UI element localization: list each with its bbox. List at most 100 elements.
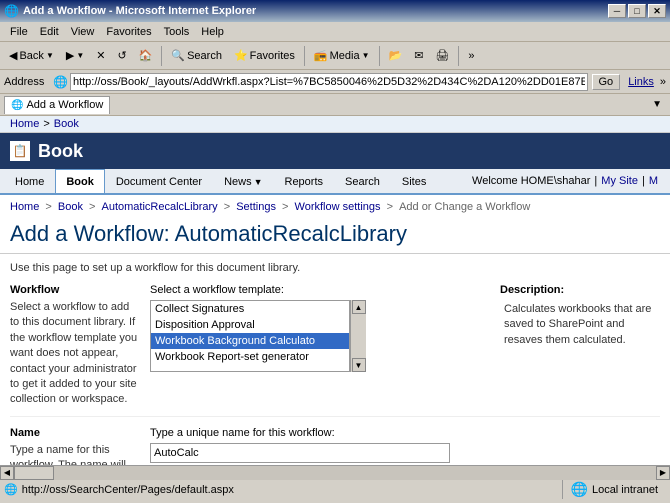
- back-button[interactable]: ◀ Back ▼: [4, 46, 59, 65]
- workflow-name-input[interactable]: [150, 443, 450, 463]
- name-section-description: Type a name for this workflow. The name …: [10, 443, 140, 465]
- nav-reports[interactable]: Reports: [274, 169, 335, 193]
- workflow-section-title: Workflow: [10, 284, 140, 296]
- search-icon: 🔍: [171, 49, 185, 62]
- breadcrumb-link-book[interactable]: Book: [58, 201, 83, 213]
- m-link[interactable]: M: [649, 175, 658, 187]
- template-option-workbook-report[interactable]: Workbook Report-set generator: [151, 349, 349, 365]
- home-button[interactable]: 🏠: [134, 46, 158, 65]
- menu-help[interactable]: Help: [195, 24, 230, 40]
- nav-sites-label: Sites: [402, 176, 426, 188]
- history-icon: 📂: [389, 49, 403, 62]
- menu-edit[interactable]: Edit: [34, 24, 65, 40]
- description-text: Calculates workbooks that are saved to S…: [500, 300, 660, 350]
- nav-sites[interactable]: Sites: [391, 169, 437, 193]
- nav-document-center[interactable]: Document Center: [105, 169, 213, 193]
- status-zone: 🌐 Local intranet: [562, 480, 666, 499]
- favorites-icon: ⭐: [234, 49, 248, 62]
- media-icon: 📻: [314, 49, 328, 62]
- address-input[interactable]: [70, 73, 588, 91]
- toolbar-separator-4: [458, 46, 459, 66]
- tab-icon: 🌐: [11, 100, 23, 111]
- window-title-bar: 🌐 Add a Workflow - Microsoft Internet Ex…: [0, 0, 670, 22]
- menu-view[interactable]: View: [65, 24, 101, 40]
- page-tab[interactable]: 🌐 Add a Workflow: [4, 96, 110, 114]
- name-input-section: Type a unique name for this workflow:: [150, 427, 660, 465]
- links-label[interactable]: Links: [628, 76, 654, 88]
- menu-favorites[interactable]: Favorites: [100, 24, 157, 40]
- template-option-collect-signatures[interactable]: Collect Signatures: [151, 301, 349, 317]
- print-button[interactable]: 🖨: [430, 46, 454, 65]
- breadcrumb-link-home[interactable]: Home: [10, 201, 39, 213]
- nav-search-label: Search: [345, 176, 380, 188]
- status-url: http://oss/SearchCenter/Pages/default.as…: [18, 484, 562, 496]
- scroll-thumb[interactable]: [14, 466, 54, 480]
- history-button[interactable]: 📂: [384, 46, 408, 65]
- mail-icon: ✉: [414, 49, 423, 62]
- refresh-button[interactable]: ↺: [112, 46, 131, 65]
- mail-button[interactable]: ✉: [409, 46, 428, 65]
- scroll-down-button[interactable]: ▼: [352, 358, 366, 372]
- media-dropdown-icon: ▼: [362, 51, 370, 60]
- back-dropdown-icon: ▼: [46, 51, 54, 60]
- scroll-left-button[interactable]: ◀: [0, 466, 14, 480]
- my-site-link[interactable]: My Site: [601, 175, 638, 187]
- breadcrumb-link-library[interactable]: AutomaticRecalcLibrary: [102, 201, 218, 213]
- nav-book-label: Book: [66, 176, 94, 188]
- breadcrumb-link-settings[interactable]: Settings: [236, 201, 276, 213]
- window-controls: ─ □ ✕: [608, 4, 666, 18]
- form-area: Workflow Select a workflow to add to thi…: [0, 284, 670, 465]
- back-label: Back: [19, 50, 43, 62]
- template-option-workbook-background[interactable]: Workbook Background Calculato: [151, 333, 349, 349]
- stop-button[interactable]: ✕: [91, 46, 110, 65]
- breadcrumb-book-link[interactable]: Book: [54, 118, 79, 130]
- search-label: Search: [187, 50, 222, 62]
- main-toolbar: ◀ Back ▼ ▶ ▼ ✕ ↺ 🏠 🔍 Search ⭐ Favorites …: [0, 42, 670, 70]
- description-label: Description:: [500, 284, 660, 296]
- maximize-button[interactable]: □: [628, 4, 646, 18]
- nav-book[interactable]: Book: [55, 169, 105, 193]
- nav-news-label: News: [224, 176, 252, 188]
- new-tab-button[interactable]: ▼: [648, 99, 666, 110]
- window-title: Add a Workflow - Microsoft Internet Expl…: [23, 5, 608, 17]
- workflow-template-section: Select a workflow template: Collect Sign…: [150, 284, 490, 408]
- welcome-sep1: |: [594, 175, 597, 187]
- scroll-right-button[interactable]: ▶: [656, 466, 670, 480]
- nav-home[interactable]: Home: [4, 169, 55, 193]
- welcome-area: Welcome HOME\shahar | My Site | M: [437, 169, 666, 193]
- menu-tools[interactable]: Tools: [158, 24, 196, 40]
- nav-news[interactable]: News ▼: [213, 169, 273, 193]
- sp-site-title: Book: [38, 141, 83, 162]
- bc-sep-4: >: [282, 201, 291, 213]
- scroll-up-button[interactable]: ▲: [352, 300, 366, 314]
- breadcrumb-home-link[interactable]: Home: [10, 118, 39, 130]
- forward-button[interactable]: ▶ ▼: [61, 46, 89, 65]
- scroll-track[interactable]: [14, 466, 656, 480]
- page-breadcrumb: Home > Book > AutomaticRecalcLibrary > S…: [0, 199, 670, 217]
- media-button[interactable]: 📻 Media ▼: [309, 46, 375, 65]
- zone-icon: 🌐: [571, 481, 588, 498]
- search-button[interactable]: 🔍 Search: [166, 46, 227, 65]
- bc-sep-5: >: [387, 201, 396, 213]
- top-breadcrumb: Home > Book: [0, 116, 670, 133]
- more-button[interactable]: »: [463, 47, 479, 65]
- go-button[interactable]: Go: [592, 74, 621, 90]
- minimize-button[interactable]: ─: [608, 4, 626, 18]
- status-bar-icon: 🌐: [4, 483, 18, 496]
- back-arrow-icon: ◀: [9, 49, 17, 62]
- close-button[interactable]: ✕: [648, 4, 666, 18]
- welcome-sep2: |: [642, 175, 645, 187]
- breadcrumb-link-workflow-settings[interactable]: Workflow settings: [295, 201, 381, 213]
- horizontal-scrollbar[interactable]: ◀ ▶: [0, 465, 670, 479]
- nav-search[interactable]: Search: [334, 169, 391, 193]
- nav-home-label: Home: [15, 176, 44, 188]
- template-select-label: Select a workflow template:: [150, 284, 490, 296]
- template-option-disposition-approval[interactable]: Disposition Approval: [151, 317, 349, 333]
- page-description: Use this page to set up a workflow for t…: [0, 262, 670, 284]
- links-expand-icon[interactable]: »: [660, 76, 666, 88]
- menu-file[interactable]: File: [4, 24, 34, 40]
- favorites-button[interactable]: ⭐ Favorites: [229, 46, 300, 65]
- template-select[interactable]: Collect Signatures Disposition Approval …: [150, 300, 350, 372]
- sp-site-header: 📋 Book: [0, 133, 670, 169]
- status-bar: 🌐 http://oss/SearchCenter/Pages/default.…: [0, 479, 670, 499]
